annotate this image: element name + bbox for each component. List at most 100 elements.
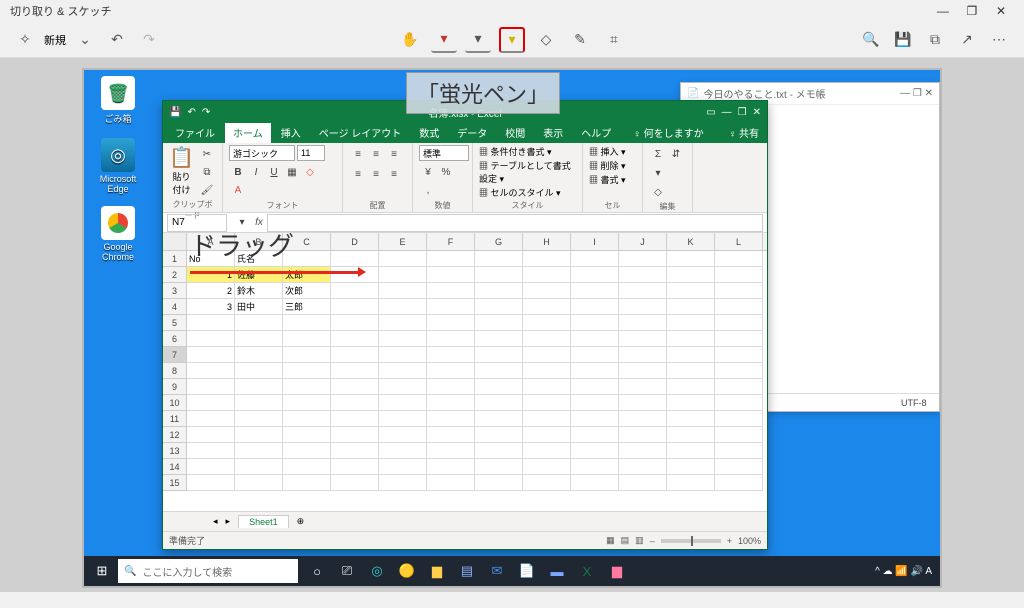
cell[interactable] <box>427 443 475 459</box>
cell[interactable] <box>427 315 475 331</box>
view-break-icon[interactable]: ▥ <box>635 535 644 546</box>
taskview-icon[interactable]: ○ <box>304 558 330 584</box>
col-H[interactable]: H <box>523 233 571 250</box>
cell[interactable] <box>523 363 571 379</box>
table-row[interactable]: 14 <box>163 459 767 475</box>
cell[interactable]: 3 <box>187 299 235 315</box>
cell[interactable] <box>331 379 379 395</box>
cell[interactable] <box>715 459 763 475</box>
cell[interactable] <box>427 363 475 379</box>
cell[interactable] <box>283 347 331 363</box>
excel-redo-icon[interactable]: ↷ <box>202 107 210 118</box>
col-D[interactable]: D <box>331 233 379 250</box>
cell[interactable] <box>715 331 763 347</box>
cell[interactable] <box>523 475 571 491</box>
cell[interactable] <box>427 475 475 491</box>
excel-close-icon[interactable]: ✕ <box>753 107 761 118</box>
cell[interactable] <box>331 251 379 267</box>
ruler-icon[interactable]: ✎ <box>567 27 593 53</box>
chrome-pin-icon[interactable]: 🟡 <box>394 558 420 584</box>
col-K[interactable]: K <box>667 233 715 250</box>
cell[interactable] <box>715 299 763 315</box>
table-row[interactable]: 32鈴木次郎 <box>163 283 767 299</box>
cell[interactable] <box>187 443 235 459</box>
cell[interactable] <box>427 347 475 363</box>
cell[interactable]: 1 <box>187 267 235 283</box>
cell[interactable] <box>523 395 571 411</box>
touch-write-icon[interactable]: ✋ <box>397 27 423 53</box>
col-F[interactable]: F <box>427 233 475 250</box>
pen-red-icon[interactable]: ▾ <box>431 27 457 53</box>
format-cells-button[interactable]: ▦ 書式 ▾ <box>589 173 626 186</box>
cell[interactable] <box>283 427 331 443</box>
row-header[interactable]: 9 <box>163 379 187 395</box>
tell-me[interactable]: ♀ 何をしますか <box>625 122 711 143</box>
align-right-icon[interactable]: ≡ <box>385 165 403 183</box>
cell[interactable] <box>667 427 715 443</box>
cortana-icon[interactable]: ⎚ <box>334 558 360 584</box>
cell[interactable] <box>571 347 619 363</box>
cell[interactable] <box>715 283 763 299</box>
new-sheet-icon[interactable]: ⊕ <box>297 516 305 527</box>
cell[interactable] <box>235 427 283 443</box>
sheet-tab-1[interactable]: Sheet1 <box>238 515 289 528</box>
cell[interactable] <box>187 475 235 491</box>
table-format-button[interactable]: ▦ テーブルとして書式設定 ▾ <box>479 159 576 185</box>
paste-icon[interactable]: 📋 <box>169 145 194 170</box>
insert-cells-button[interactable]: ▦ 挿入 ▾ <box>589 145 626 158</box>
cell[interactable] <box>667 459 715 475</box>
minimize-button[interactable]: — <box>930 4 956 18</box>
highlighter-icon[interactable]: ▾ <box>499 27 525 53</box>
fill-color-icon[interactable]: ◇ <box>301 163 319 181</box>
close-button[interactable]: ✕ <box>988 4 1014 18</box>
fill-icon[interactable]: ▾ <box>649 164 667 182</box>
align-left-icon[interactable]: ≡ <box>349 165 367 183</box>
cell[interactable] <box>667 283 715 299</box>
bold-button[interactable]: B <box>229 163 247 181</box>
percent-icon[interactable]: % <box>437 163 455 181</box>
undo-icon[interactable]: ↶ <box>104 27 130 53</box>
cell[interactable] <box>715 347 763 363</box>
cell[interactable] <box>619 363 667 379</box>
cell[interactable] <box>667 251 715 267</box>
excel-minimize-icon[interactable]: — <box>722 107 732 118</box>
col-L[interactable]: L <box>715 233 763 250</box>
cell[interactable] <box>187 331 235 347</box>
cell[interactable] <box>667 347 715 363</box>
excel-undo-icon[interactable]: ↶ <box>187 107 195 118</box>
copy-small-icon[interactable]: ⧉ <box>198 163 216 181</box>
table-row[interactable]: 9 <box>163 379 767 395</box>
cell[interactable] <box>427 267 475 283</box>
cell[interactable] <box>475 331 523 347</box>
cell[interactable] <box>523 315 571 331</box>
cell[interactable] <box>283 411 331 427</box>
cell[interactable] <box>379 267 427 283</box>
cell[interactable] <box>715 427 763 443</box>
cell[interactable] <box>715 267 763 283</box>
tab-insert[interactable]: 挿入 <box>273 122 309 143</box>
save-icon[interactable]: 💾 <box>890 27 916 53</box>
cell[interactable] <box>283 459 331 475</box>
table-row[interactable]: 5 <box>163 315 767 331</box>
cell[interactable] <box>427 459 475 475</box>
cell[interactable] <box>523 251 571 267</box>
cell[interactable] <box>379 347 427 363</box>
cell[interactable] <box>379 251 427 267</box>
cell[interactable] <box>379 331 427 347</box>
cell[interactable] <box>571 475 619 491</box>
new-button[interactable]: 新規 <box>44 32 66 48</box>
cell[interactable] <box>475 267 523 283</box>
align-center-icon[interactable]: ≡ <box>367 165 385 183</box>
cell[interactable] <box>715 315 763 331</box>
cell[interactable] <box>379 443 427 459</box>
cell[interactable] <box>427 379 475 395</box>
cell[interactable] <box>667 315 715 331</box>
redo-icon[interactable]: ↷ <box>136 27 162 53</box>
row-header[interactable]: 8 <box>163 363 187 379</box>
number-format-box[interactable]: 標準 <box>419 145 469 161</box>
cell[interactable] <box>571 283 619 299</box>
cell[interactable] <box>379 379 427 395</box>
cell[interactable] <box>283 443 331 459</box>
cell[interactable] <box>475 395 523 411</box>
cell[interactable] <box>475 315 523 331</box>
